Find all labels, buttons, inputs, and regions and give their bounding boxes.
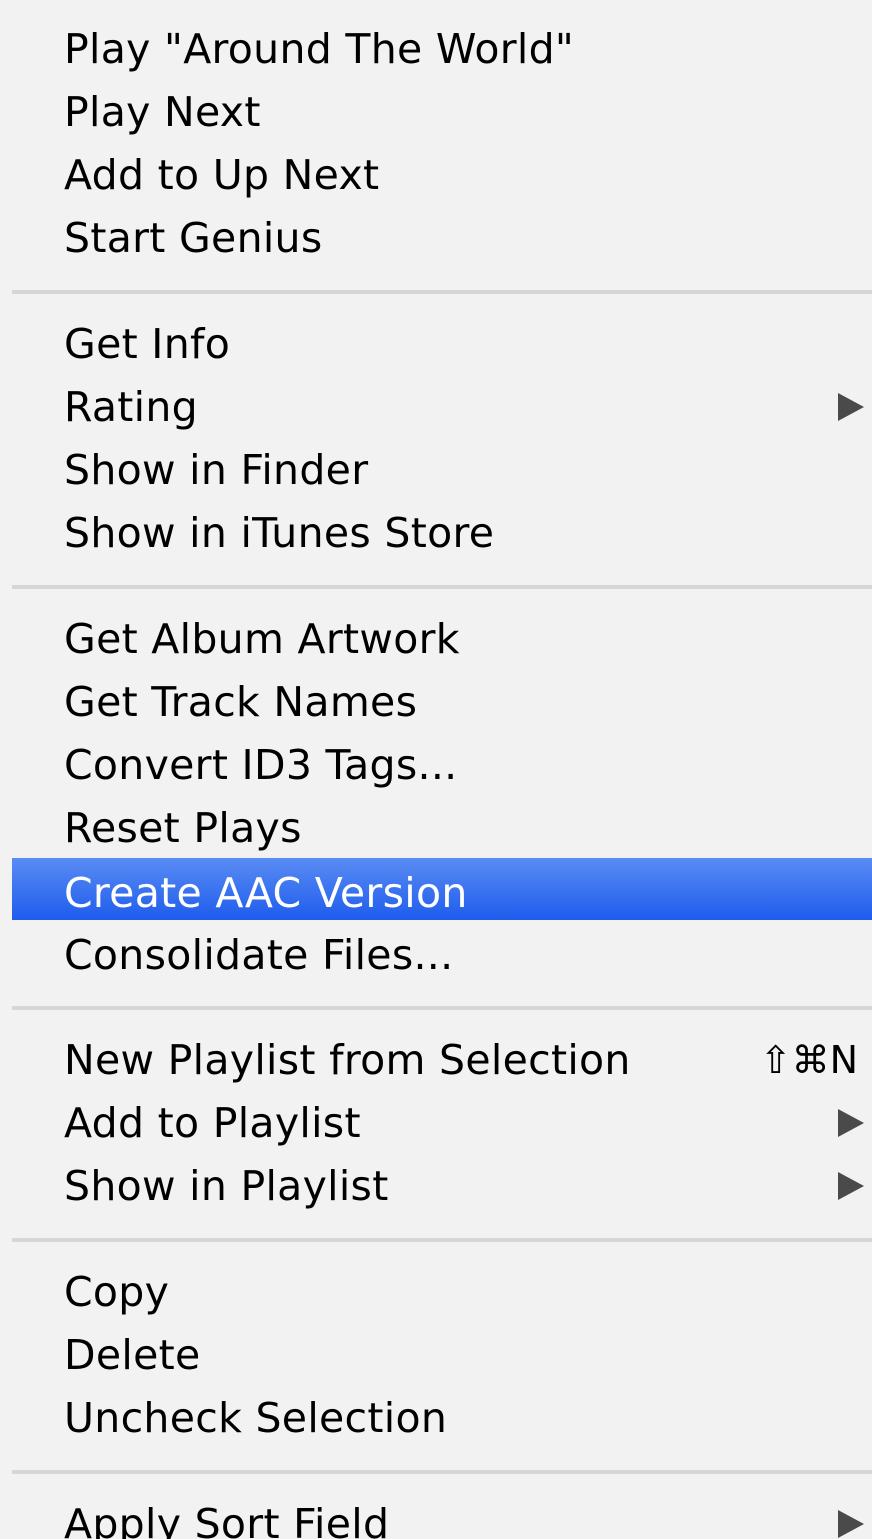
menu-item-rating[interactable]: Rating — [12, 372, 872, 434]
menu-item-label: Play Next — [64, 88, 261, 136]
menu-item-play-next[interactable]: Play Next — [12, 77, 872, 139]
menu-item-label: Delete — [64, 1331, 201, 1379]
menu-separator — [12, 1238, 872, 1242]
menu-item-play-around-the-world[interactable]: Play "Around The World" — [12, 14, 872, 76]
menu-separator — [12, 290, 872, 294]
submenu-arrow-icon — [838, 1510, 864, 1538]
menu-item-label: Play "Around The World" — [64, 25, 575, 73]
menu-item-get-album-artwork[interactable]: Get Album Artwork — [12, 604, 872, 666]
menu-separator — [12, 1470, 872, 1474]
menu-item-consolidate-files[interactable]: Consolidate Files... — [12, 920, 872, 982]
menu-item-label: Get Track Names — [64, 678, 418, 726]
menu-item-start-genius[interactable]: Start Genius — [12, 203, 872, 265]
menu-item-label: Copy — [64, 1268, 170, 1316]
menu-item-show-in-playlist[interactable]: Show in Playlist — [12, 1151, 872, 1213]
menu-item-uncheck-selection[interactable]: Uncheck Selection — [12, 1383, 872, 1445]
menu-item-create-aac-version[interactable]: Create AAC Version — [12, 858, 872, 920]
submenu-arrow-icon — [838, 1109, 864, 1137]
menu-separator — [12, 585, 872, 589]
menu-item-add-to-playlist[interactable]: Add to Playlist — [12, 1088, 872, 1150]
menu-item-label: Reset Plays — [64, 804, 302, 852]
menu-item-label: Apply Sort Field — [64, 1500, 390, 1539]
menu-item-apply-sort-field[interactable]: Apply Sort Field — [12, 1489, 872, 1539]
menu-item-label: Start Genius — [64, 214, 323, 262]
menu-item-label: Get Info — [64, 320, 231, 368]
keyboard-shortcut: ⇧⌘N — [759, 1038, 858, 1082]
menu-item-get-track-names[interactable]: Get Track Names — [12, 667, 872, 729]
menu-item-reset-plays[interactable]: Reset Plays — [12, 793, 872, 855]
menu-item-label: Add to Playlist — [64, 1099, 361, 1147]
menu-item-label: New Playlist from Selection — [64, 1036, 631, 1084]
menu-item-convert-id3-tags[interactable]: Convert ID3 Tags... — [12, 730, 872, 792]
menu-item-label: Create AAC Version — [64, 869, 468, 917]
menu-item-delete[interactable]: Delete — [12, 1320, 872, 1382]
submenu-arrow-icon — [838, 1172, 864, 1200]
menu-item-get-info[interactable]: Get Info — [12, 309, 872, 371]
menu-item-copy[interactable]: Copy — [12, 1257, 872, 1319]
menu-item-label: Show in iTunes Store — [64, 509, 495, 557]
menu-item-label: Consolidate Files... — [64, 931, 454, 979]
menu-item-show-in-itunes-store[interactable]: Show in iTunes Store — [12, 498, 872, 560]
menu-item-label: Convert ID3 Tags... — [64, 741, 458, 789]
menu-item-label: Show in Finder — [64, 446, 369, 494]
menu-item-label: Show in Playlist — [64, 1162, 389, 1210]
menu-item-label: Get Album Artwork — [64, 615, 460, 663]
menu-item-label: Rating — [64, 383, 198, 431]
menu-item-label: Uncheck Selection — [64, 1394, 448, 1442]
context-menu: Play "Around The World" Play Next Add to… — [0, 0, 872, 1539]
menu-item-new-playlist-from-selection[interactable]: New Playlist from Selection ⇧⌘N — [12, 1025, 872, 1087]
menu-item-add-to-up-next[interactable]: Add to Up Next — [12, 140, 872, 202]
menu-item-show-in-finder[interactable]: Show in Finder — [12, 435, 872, 497]
menu-item-label: Add to Up Next — [64, 151, 380, 199]
submenu-arrow-icon — [838, 393, 864, 421]
menu-separator — [12, 1006, 872, 1010]
